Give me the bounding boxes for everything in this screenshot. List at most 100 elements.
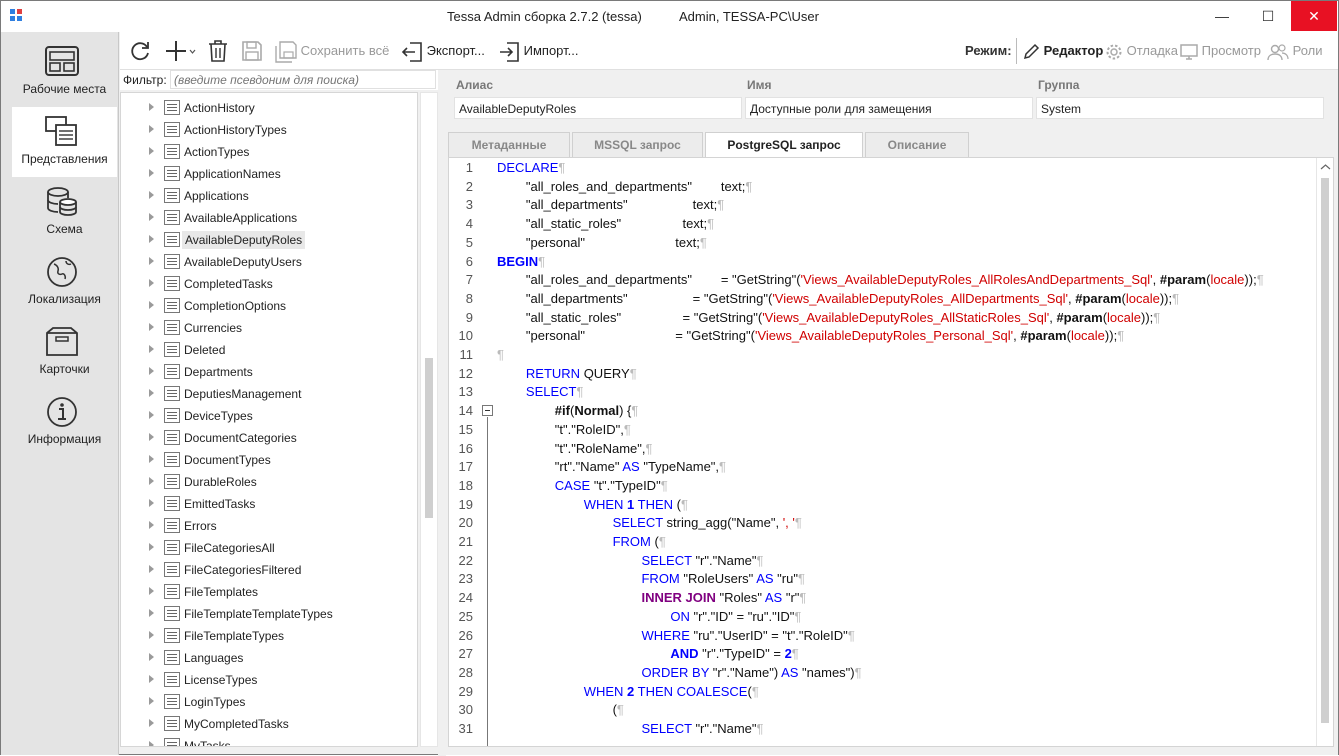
delete-button[interactable] [207,38,229,62]
expand-arrow-icon[interactable] [149,323,154,331]
expand-arrow-icon[interactable] [149,125,154,133]
filter-input[interactable] [170,70,436,89]
refresh-icon [131,41,149,60]
name-field[interactable]: Доступные роли для замещения [745,97,1033,119]
expand-arrow-icon[interactable] [149,367,154,375]
nav-schema[interactable]: Схема [12,177,117,247]
expand-arrow-icon[interactable] [149,609,154,617]
export-button[interactable]: Экспорт... [401,39,485,63]
expand-arrow-icon[interactable] [149,389,154,397]
tree-item[interactable]: DocumentTypes [121,449,417,471]
editor-scroll-thumb[interactable] [1321,178,1329,723]
expand-arrow-icon[interactable] [149,675,154,683]
code-token: 'Views_AvailableDeputyRoles_AllRolesAndD… [800,272,1153,288]
expand-arrow-icon[interactable] [149,191,154,199]
expand-arrow-icon[interactable] [149,301,154,309]
tree-item[interactable]: FileCategoriesFiltered [121,559,417,581]
expand-arrow-icon[interactable] [149,543,154,551]
expand-arrow-icon[interactable] [149,477,154,485]
expand-arrow-icon[interactable] [149,169,154,177]
tree-item[interactable]: DeputiesManagement [121,383,417,405]
tree-item[interactable]: LicenseTypes [121,669,417,691]
tree-item[interactable]: FileCategoriesAll [121,537,417,559]
expand-arrow-icon[interactable] [149,433,154,441]
tree-item[interactable]: AvailableApplications [121,207,417,229]
expand-arrow-icon[interactable] [149,631,154,639]
expand-arrow-icon[interactable] [149,279,154,287]
expand-arrow-icon[interactable] [149,653,154,661]
expand-arrow-icon[interactable] [149,697,154,705]
tree-item[interactable]: FileTemplateTemplateTypes [121,603,417,625]
tree-item[interactable]: FileTemplateTypes [121,625,417,647]
expand-arrow-icon[interactable] [149,521,154,529]
expand-arrow-icon[interactable] [149,257,154,265]
mode-preview-button[interactable]: Просмотр [1180,39,1261,63]
tree-item[interactable]: Departments [121,361,417,383]
expand-arrow-icon[interactable] [149,213,154,221]
tree-item[interactable]: ActionHistory [121,97,417,119]
tree-item[interactable]: AvailableDeputyUsers [121,251,417,273]
mode-roles-button[interactable]: Роли [1267,39,1323,63]
fold-toggle-icon[interactable] [482,405,493,416]
tree-item[interactable]: EmittedTasks [121,493,417,515]
nav-information[interactable]: Информация [12,387,117,457]
tab-description[interactable]: Описание [865,132,969,157]
add-button[interactable] [165,38,197,62]
refresh-button[interactable] [128,38,152,62]
tree-item[interactable]: Errors [121,515,417,537]
tree-scrollbar[interactable] [420,92,438,747]
maximize-button[interactable]: ☐ [1245,1,1291,31]
tree-item[interactable]: LoginTypes [121,691,417,713]
import-button[interactable]: Импорт... [498,39,578,63]
expand-arrow-icon[interactable] [149,411,154,419]
tab-mssql[interactable]: MSSQL запрос [572,132,703,157]
tree-item[interactable]: Currencies [121,317,417,339]
minimize-button[interactable]: — [1199,1,1245,31]
tree-item[interactable]: ActionHistoryTypes [121,119,417,141]
tree-item[interactable]: DocumentCategories [121,427,417,449]
tree-item[interactable]: DurableRoles [121,471,417,493]
mode-roles-label: Роли [1292,43,1323,58]
expand-arrow-icon[interactable] [149,499,154,507]
close-button[interactable]: ✕ [1291,1,1337,31]
nav-views[interactable]: Представления [12,107,117,177]
mode-editor-button[interactable]: Редактор [1022,39,1103,63]
tree-item[interactable]: MyTasks [121,735,417,746]
mode-debug-button[interactable]: Отладка [1105,39,1178,63]
group-field[interactable]: System [1036,97,1324,119]
expand-arrow-icon[interactable] [149,741,154,746]
save-all-button[interactable]: Сохранить всё [275,39,389,63]
expand-arrow-icon[interactable] [149,587,154,595]
nav-localization[interactable]: Локализация [12,247,117,317]
tree-item[interactable]: Deleted [121,339,417,361]
tree-item[interactable]: AvailableDeputyRoles [121,229,417,251]
code-line: RETURN QUERY¶ [497,366,637,381]
expand-arrow-icon[interactable] [149,345,154,353]
sql-code-editor[interactable]: 1 2 3 4 5 6 7 8 9 10 11 12 13 14 15 16 17 18 19 20 21 22 23 24 2… [448,157,1334,747]
tree-item[interactable]: DeviceTypes [121,405,417,427]
tree-item[interactable]: ActionTypes [121,141,417,163]
tab-postgresql[interactable]: PostgreSQL запрос [705,132,863,159]
expand-arrow-icon[interactable] [149,103,154,111]
expand-arrow-icon[interactable] [149,719,154,727]
expand-arrow-icon[interactable] [149,455,154,463]
tree-scroll-thumb[interactable] [425,358,433,518]
expand-arrow-icon[interactable] [149,565,154,573]
panel-splitter[interactable] [438,70,446,756]
tree-item[interactable]: CompletionOptions [121,295,417,317]
nav-cards[interactable]: Карточки [12,317,117,387]
scroll-up-icon[interactable] [1317,160,1334,174]
tree-item[interactable]: MyCompletedTasks [121,713,417,735]
expand-arrow-icon[interactable] [149,235,154,243]
editor-scrollbar[interactable] [1316,158,1333,746]
tree-item[interactable]: Languages [121,647,417,669]
nav-workplaces[interactable]: Рабочие места [12,37,117,107]
tab-metadata[interactable]: Метаданные [448,132,570,157]
tree-item[interactable]: Applications [121,185,417,207]
tree-item[interactable]: ApplicationNames [121,163,417,185]
tree-item[interactable]: CompletedTasks [121,273,417,295]
expand-arrow-icon[interactable] [149,147,154,155]
save-button[interactable] [241,38,263,62]
alias-field[interactable]: AvailableDeputyRoles [454,97,742,119]
tree-item[interactable]: FileTemplates [121,581,417,603]
